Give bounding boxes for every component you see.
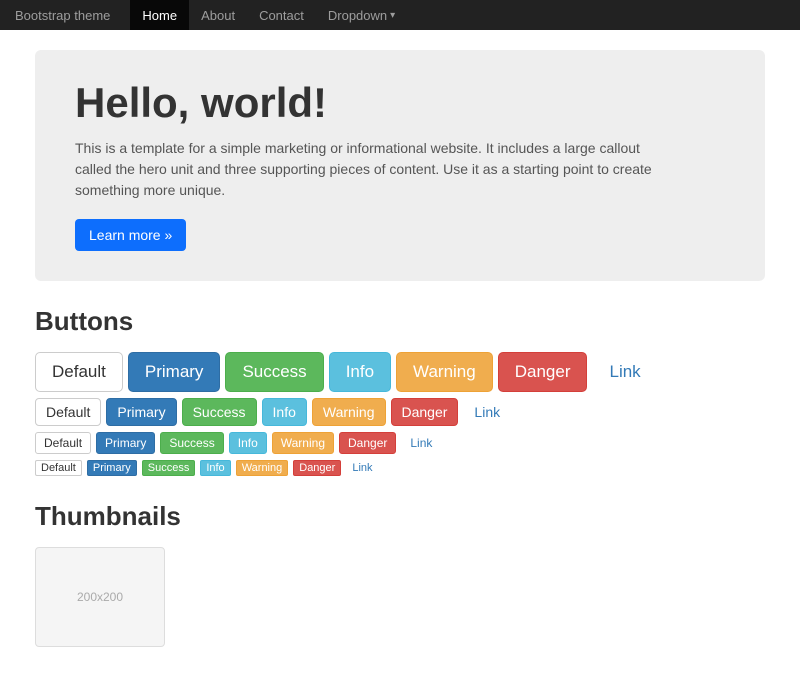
btn-default-xs[interactable]: Default: [35, 460, 82, 476]
thumbnails-section: Thumbnails 200x200: [35, 501, 765, 647]
btn-warning-xs[interactable]: Warning: [236, 460, 289, 476]
buttons-section: Buttons Default Primary Success Info War…: [35, 306, 765, 476]
btn-success-md[interactable]: Success: [182, 398, 257, 426]
button-row-medium: Default Primary Success Info Warning Dan…: [35, 398, 765, 426]
btn-info-xs[interactable]: Info: [200, 460, 230, 476]
btn-link-xs[interactable]: Link: [346, 460, 378, 476]
btn-default-sm[interactable]: Default: [35, 432, 91, 454]
btn-danger-sm[interactable]: Danger: [339, 432, 396, 454]
btn-default-md[interactable]: Default: [35, 398, 101, 426]
hero-title: Hello, world!: [75, 80, 725, 126]
hero-unit: Hello, world! This is a template for a s…: [35, 50, 765, 281]
btn-success-sm[interactable]: Success: [160, 432, 223, 454]
btn-info-md[interactable]: Info: [262, 398, 307, 426]
main-content: Hello, world! This is a template for a s…: [20, 30, 780, 692]
learn-more-button[interactable]: Learn more »: [75, 219, 186, 251]
btn-primary-md[interactable]: Primary: [106, 398, 176, 426]
navbar: Bootstrap theme Home About Contact Dropd…: [0, 0, 800, 30]
nav-item-home[interactable]: Home: [130, 0, 189, 30]
btn-info-sm[interactable]: Info: [229, 432, 267, 454]
button-row-xsmall: Default Primary Success Info Warning Dan…: [35, 460, 765, 476]
nav-item-dropdown[interactable]: Dropdown ▾: [316, 0, 407, 30]
btn-default-lg[interactable]: Default: [35, 352, 123, 392]
btn-link-md[interactable]: Link: [463, 398, 511, 426]
nav-item-about[interactable]: About: [189, 0, 247, 30]
btn-success-xs[interactable]: Success: [142, 460, 196, 476]
thumbnail-label: 200x200: [77, 590, 123, 604]
btn-primary-sm[interactable]: Primary: [96, 432, 155, 454]
btn-info-lg[interactable]: Info: [329, 352, 391, 392]
hero-description: This is a template for a simple marketin…: [75, 138, 675, 201]
btn-link-sm[interactable]: Link: [401, 432, 441, 454]
chevron-down-icon: ▾: [390, 10, 395, 21]
btn-success-lg[interactable]: Success: [225, 352, 323, 392]
nav-items: Home About Contact Dropdown ▾: [130, 0, 407, 30]
btn-primary-xs[interactable]: Primary: [87, 460, 137, 476]
btn-danger-xs[interactable]: Danger: [293, 460, 341, 476]
btn-danger-md[interactable]: Danger: [391, 398, 459, 426]
btn-link-lg[interactable]: Link: [592, 352, 657, 392]
navbar-brand[interactable]: Bootstrap theme: [15, 8, 110, 23]
btn-primary-lg[interactable]: Primary: [128, 352, 221, 392]
btn-warning-md[interactable]: Warning: [312, 398, 386, 426]
buttons-section-title: Buttons: [35, 306, 765, 337]
thumbnails-section-title: Thumbnails: [35, 501, 765, 532]
nav-item-contact[interactable]: Contact: [247, 0, 316, 30]
thumbnail-image: 200x200: [35, 547, 165, 647]
button-row-small: Default Primary Success Info Warning Dan…: [35, 432, 765, 454]
btn-warning-lg[interactable]: Warning: [396, 352, 493, 392]
button-row-large: Default Primary Success Info Warning Dan…: [35, 352, 765, 392]
btn-danger-lg[interactable]: Danger: [498, 352, 588, 392]
btn-warning-sm[interactable]: Warning: [272, 432, 334, 454]
